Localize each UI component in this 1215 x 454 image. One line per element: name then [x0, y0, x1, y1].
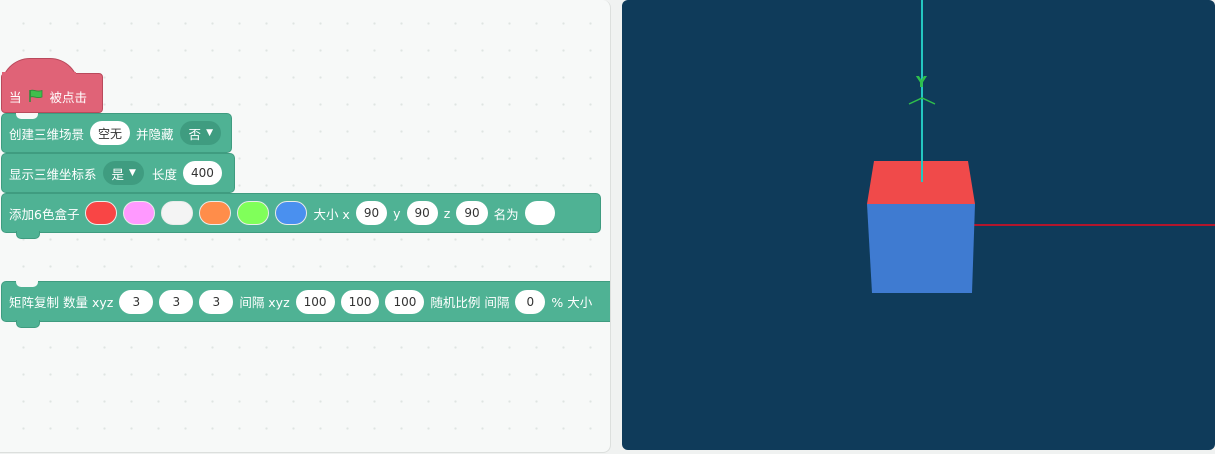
block-label: 创建三维场景: [9, 126, 85, 142]
face-color-1[interactable]: [85, 201, 118, 225]
spacing-z-input[interactable]: 100: [385, 289, 425, 314]
y-axis-label: Y: [915, 73, 928, 91]
hide-dropdown[interactable]: 否 ▼: [179, 121, 221, 145]
size-label: % 大小: [551, 295, 593, 310]
3d-scene: Y: [867, 0, 1215, 293]
length-label: 长度: [151, 166, 177, 182]
count-y-input[interactable]: 3: [159, 289, 194, 314]
cube-front-face: [867, 204, 975, 293]
show-3d-axes-block[interactable]: 显示三维坐标系 是 ▼ 长度 400: [1, 153, 235, 193]
caret-down-icon: ▼: [129, 168, 136, 178]
dropdown-value: 否: [188, 126, 202, 142]
size-z-label: z: [443, 205, 451, 221]
add-6-color-box-block[interactable]: 添加6色盒子 大小 x 90 y 90 z 90 名为: [1, 193, 601, 239]
face-color-3[interactable]: [161, 201, 194, 225]
spacing-x-input[interactable]: 100: [295, 289, 335, 314]
name-input[interactable]: [524, 201, 555, 225]
size-y-label: y: [393, 205, 401, 221]
create-3d-scene-block[interactable]: 创建三维场景 空无 并隐藏 否 ▼: [1, 113, 232, 153]
size-x-label: 大小 x: [313, 206, 350, 222]
scene-input[interactable]: 空无: [90, 121, 131, 145]
length-input[interactable]: 400: [182, 161, 222, 185]
block-label: 矩阵复制 数量 xyz: [9, 295, 114, 310]
matrix-copy-block[interactable]: 矩阵复制 数量 xyz 3 3 3 间隔 xyz 100 100 100 随机比…: [1, 281, 610, 328]
spacing-y-input[interactable]: 100: [340, 289, 380, 314]
size-z-input[interactable]: 90: [456, 201, 488, 225]
size-x-input[interactable]: 90: [355, 201, 388, 225]
code-workspace[interactable]: 当 被点击 创建三维场景 空无 并隐藏 否 ▼ 显示三维坐标系 是 ▼ 长度 4…: [0, 0, 611, 453]
face-color-2[interactable]: [123, 201, 156, 225]
show-dropdown[interactable]: 是 ▼: [102, 161, 144, 185]
size-y-input[interactable]: 90: [406, 201, 438, 225]
green-flag-icon: [28, 89, 44, 103]
when-flag-clicked-block[interactable]: 当 被点击: [1, 73, 103, 113]
spacing-label: 间隔 xyz: [239, 295, 290, 310]
dropdown-value: 是: [111, 166, 125, 182]
block-label: 添加6色盒子: [9, 206, 80, 222]
face-color-4[interactable]: [199, 201, 232, 225]
face-color-5[interactable]: [237, 201, 270, 225]
ratio-input[interactable]: 0: [515, 289, 546, 314]
caret-down-icon: ▼: [206, 128, 213, 138]
count-z-input[interactable]: 3: [199, 289, 234, 314]
when-label: 当: [9, 89, 22, 105]
name-label: 名为: [493, 206, 519, 222]
clicked-label: 被点击: [49, 89, 88, 105]
3d-viewport[interactable]: Y: [622, 0, 1215, 450]
count-x-input[interactable]: 3: [119, 289, 154, 314]
ratio-label: 随机比例 间隔: [430, 295, 510, 310]
face-color-6[interactable]: [275, 201, 308, 225]
hide-label: 并隐藏: [136, 126, 174, 142]
block-label: 显示三维坐标系: [9, 166, 97, 182]
